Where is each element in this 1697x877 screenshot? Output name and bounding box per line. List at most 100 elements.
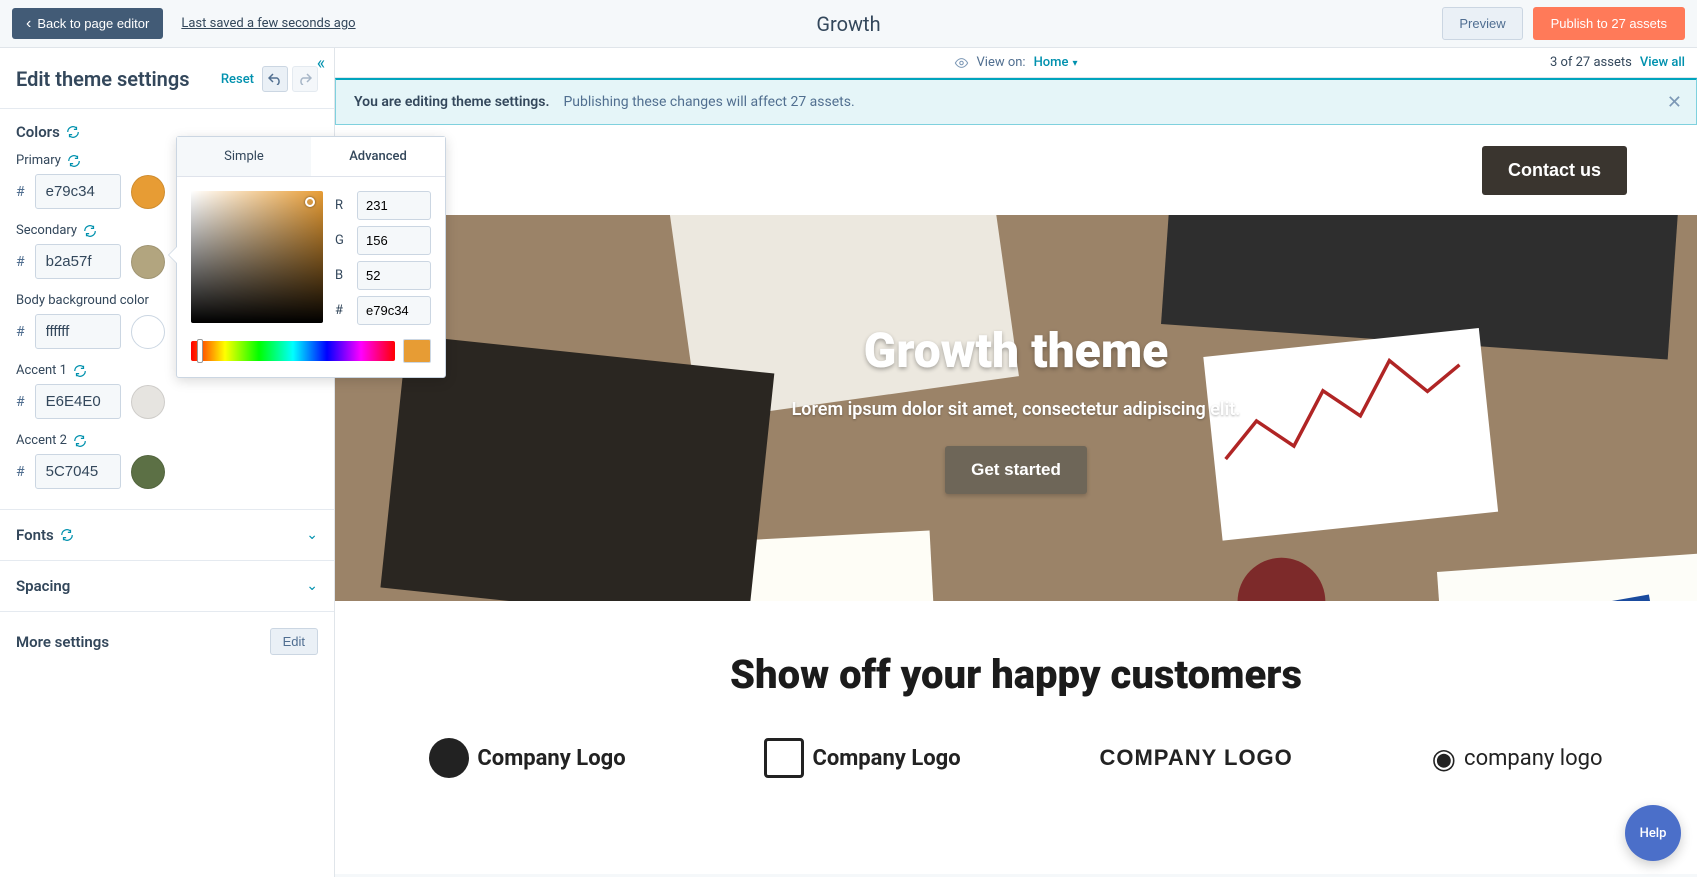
sidebar-header: Edit theme settings Reset <box>0 48 334 109</box>
fonts-accordion[interactable]: Fonts ⌄ <box>0 509 334 560</box>
refresh-icon <box>67 154 81 168</box>
tab-simple[interactable]: Simple <box>177 137 311 176</box>
customers-section: Show off your happy customers Company Lo… <box>335 601 1697 778</box>
logo-mark-icon <box>764 738 804 778</box>
back-to-editor-button[interactable]: Back to page editor <box>12 8 163 39</box>
logo-mark-icon <box>429 738 469 778</box>
hue-slider[interactable] <box>191 341 395 361</box>
refresh-icon <box>60 528 74 542</box>
view-all-link[interactable]: View all <box>1640 55 1685 70</box>
preview-button[interactable]: Preview <box>1442 7 1522 40</box>
bodybg-swatch[interactable] <box>131 315 165 349</box>
refresh-icon <box>73 434 87 448</box>
site-header: Contact us <box>335 125 1697 215</box>
help-button[interactable]: Help <box>1625 805 1681 861</box>
reset-link[interactable]: Reset <box>221 72 254 87</box>
caret-down-icon <box>1072 55 1077 70</box>
hash-symbol: # <box>16 324 25 340</box>
picker-preview-swatch <box>403 339 431 363</box>
saturation-cursor[interactable] <box>305 197 315 207</box>
accent1-hex-input[interactable] <box>35 384 121 419</box>
company-logo-3: COMPANY LOGO <box>1099 745 1292 771</box>
hash-symbol: # <box>16 254 25 270</box>
hash-symbol: # <box>16 394 25 410</box>
secondary-hex-input[interactable] <box>35 244 121 279</box>
topbar-actions: Preview Publish to 27 assets <box>1442 7 1685 40</box>
refresh-icon <box>83 224 97 238</box>
picker-hex-input[interactable] <box>357 296 431 325</box>
banner-text: Publishing these changes will affect 27 … <box>563 94 854 110</box>
banner-bold: You are editing theme settings. <box>354 94 549 110</box>
spacing-label: Spacing <box>16 577 70 595</box>
get-started-button[interactable]: Get started <box>945 446 1087 494</box>
secondary-bar: « View on: Home 3 of 27 assets View all <box>335 48 1697 78</box>
sidebar-title: Edit theme settings <box>16 67 221 91</box>
tab-advanced[interactable]: Advanced <box>311 137 445 176</box>
more-settings-label: More settings <box>16 633 109 651</box>
more-settings-row: More settings Edit <box>0 611 334 671</box>
hero-content: Growth theme Lorem ipsum dolor sit amet,… <box>792 322 1241 494</box>
flame-icon: ◉ <box>1432 742 1456 775</box>
accent2-swatch[interactable] <box>131 455 165 489</box>
b-label: B <box>335 268 349 283</box>
accent1-input-row: # <box>16 384 318 419</box>
hash-label: # <box>335 303 349 318</box>
hero-title: Growth theme <box>792 322 1241 379</box>
preview-pane: Contact us Growth theme Lorem ipsum dolo… <box>335 125 1697 874</box>
fonts-label: Fonts <box>16 526 74 544</box>
hero-section: Growth theme Lorem ipsum dolor sit amet,… <box>335 215 1697 601</box>
color-picker-popover: Simple Advanced R G B <box>176 136 446 378</box>
accent2-label: Accent 2 <box>16 433 318 448</box>
secondary-swatch[interactable] <box>131 245 165 279</box>
picker-tabs: Simple Advanced <box>177 137 445 177</box>
top-bar: Back to page editor Last saved a few sec… <box>0 0 1697 48</box>
publish-button[interactable]: Publish to 27 assets <box>1533 7 1685 40</box>
view-on-label: View on: <box>977 55 1026 70</box>
popover-arrow-icon <box>169 247 177 263</box>
bodybg-hex-input[interactable] <box>35 314 121 349</box>
spacing-accordion[interactable]: Spacing ⌄ <box>0 560 334 611</box>
r-label: R <box>335 198 349 213</box>
refresh-icon <box>66 125 80 139</box>
g-input[interactable] <box>357 226 431 255</box>
r-input[interactable] <box>357 191 431 220</box>
colors-label: Colors <box>16 123 60 141</box>
hero-subtitle: Lorem ipsum dolor sit amet, consectetur … <box>792 399 1241 420</box>
hue-cursor[interactable] <box>197 339 203 363</box>
chevron-left-icon <box>26 16 31 31</box>
sidebar: Edit theme settings Reset Colors Primary… <box>0 48 335 877</box>
accent2-input-row: # <box>16 454 318 489</box>
rgb-inputs: R G B # <box>335 191 431 325</box>
undo-button[interactable] <box>262 66 288 92</box>
g-label: G <box>335 233 349 248</box>
primary-swatch[interactable] <box>131 175 165 209</box>
back-label: Back to page editor <box>37 16 149 31</box>
hue-row <box>177 339 445 377</box>
last-saved-link[interactable]: Last saved a few seconds ago <box>181 16 355 31</box>
hash-symbol: # <box>16 464 25 480</box>
collapse-sidebar-button[interactable]: « <box>307 50 335 76</box>
asset-count: 3 of 27 assets View all <box>1550 55 1685 70</box>
chevron-down-icon: ⌄ <box>306 578 318 594</box>
accent2-hex-input[interactable] <box>35 454 121 489</box>
picker-body: R G B # <box>177 177 445 339</box>
view-on-dropdown[interactable]: Home <box>1034 55 1078 70</box>
page-title: Growth <box>816 12 880 36</box>
company-logo-4: ◉ company logo <box>1432 742 1603 775</box>
view-on-group: View on: Home <box>955 55 1078 70</box>
primary-hex-input[interactable] <box>35 174 121 209</box>
edit-button[interactable]: Edit <box>270 628 318 655</box>
eye-icon <box>955 56 969 70</box>
undo-icon <box>268 73 282 85</box>
customers-title: Show off your happy customers <box>375 651 1657 698</box>
company-logo-1: Company Logo <box>429 738 625 778</box>
contact-us-button[interactable]: Contact us <box>1482 146 1627 195</box>
accent1-swatch[interactable] <box>131 385 165 419</box>
close-icon[interactable]: ✕ <box>1667 92 1682 113</box>
logo-row: Company Logo Company Logo COMPANY LOGO ◉… <box>375 738 1657 778</box>
saturation-box[interactable] <box>191 191 323 323</box>
b-input[interactable] <box>357 261 431 290</box>
hash-symbol: # <box>16 184 25 200</box>
refresh-icon <box>73 364 87 378</box>
company-logo-2: Company Logo <box>764 738 960 778</box>
